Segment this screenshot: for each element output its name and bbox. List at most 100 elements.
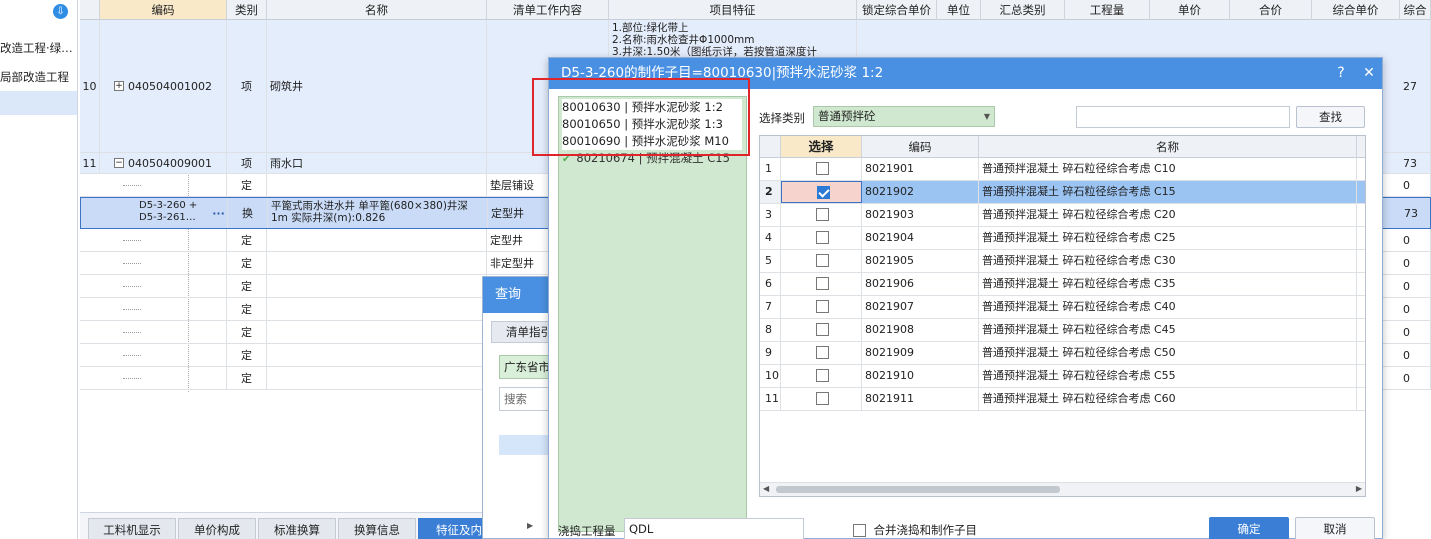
select-cell[interactable] [781,388,862,410]
horizontal-scrollbar[interactable]: ◀ ▶ [760,482,1365,496]
table-row[interactable]: 8 8021908 普通预拌混凝土 碎石粒径综合考虑 C45 [760,319,1365,342]
tab-conversion-info[interactable]: 换算信息 [338,518,416,539]
select-cell[interactable] [781,365,862,387]
select-cell[interactable] [781,296,862,318]
ok-button[interactable]: 确定 [1209,517,1289,539]
select-cell[interactable] [781,342,862,364]
find-button[interactable]: 查找 [1296,106,1365,128]
nav-item-partial[interactable]: 局部改造工程 [0,66,77,88]
tab-standard-conversion[interactable]: 标准换算 [258,518,336,539]
row-type: 换 [228,198,268,228]
col-header-name[interactable]: 名称 [979,136,1357,158]
more-button[interactable]: ··· [209,198,228,228]
grid-header-total[interactable]: 合价 [1230,0,1312,20]
select-cell[interactable] [781,181,862,203]
table-row[interactable]: 7 8021907 普通预拌混凝土 碎石粒径综合考虑 C40 [760,296,1365,319]
grid-header-composite[interactable]: 综合 [1400,0,1431,20]
select-cell[interactable] [781,319,862,341]
scroll-right-icon[interactable]: ▶ [1356,484,1362,493]
table-row[interactable]: 9 8021909 普通预拌混凝土 碎石粒径综合考虑 C50 [760,342,1365,365]
table-row[interactable]: 4 8021904 普通预拌混凝土 碎石粒径综合考虑 C25 [760,227,1365,250]
grid-header-feature[interactable]: 项目特征 [609,0,857,20]
grid-header-composite-price[interactable]: 综合单价 [1312,0,1400,20]
checkbox[interactable] [816,391,829,405]
close-icon[interactable]: ✕ [1358,58,1380,89]
help-icon[interactable]: ? [1330,58,1352,89]
checkbox[interactable] [816,345,829,359]
scrollbar-thumb[interactable] [776,486,1060,493]
checkbox[interactable] [816,368,829,382]
select-cell[interactable] [781,227,862,249]
row-code [100,229,227,251]
cancel-button[interactable]: 取消 [1295,517,1375,539]
select-cell[interactable] [781,273,862,295]
row-code: 8021902 [862,181,979,203]
col-header-select[interactable]: 选择 [781,136,862,158]
merge-checkbox-group[interactable]: 合并浇捣和制作子目 [853,522,977,538]
row-name [267,321,487,343]
row-name [267,174,487,196]
row-code: + 040504001002 [100,20,227,152]
row-name: 普通预拌混凝土 碎石粒径综合考虑 C45 [979,319,1357,341]
checkbox[interactable] [816,322,829,336]
grid-header-content[interactable]: 清单工作内容 [487,0,609,20]
grid-header-summary-type[interactable]: 汇总类别 [981,0,1065,20]
grid-header-quantity[interactable]: 工程量 [1065,0,1150,20]
find-input[interactable] [1076,106,1290,128]
app-window: ⇩ 改造工程·绿… 局部改造工程 编码 类别 名称 清单工作内容 项目特征 锁定… [0,0,1431,539]
row-type: 定 [227,229,267,251]
checkbox-checked[interactable] [816,185,830,199]
grid-header-unit[interactable]: 单位 [937,0,981,20]
grid-header-code[interactable]: 编码 [100,0,227,20]
table-row[interactable]: 5 8021905 普通预拌混凝土 碎石粒径综合考虑 C30 [760,250,1365,273]
checkbox[interactable] [816,161,829,175]
row-code: 8021909 [862,342,979,364]
table-row[interactable]: 11 8021911 普通预拌混凝土 碎石粒径综合考虑 C60 [760,388,1365,411]
qty-input[interactable]: QDL [624,518,804,539]
category-value: 普通预拌砼 [818,109,876,123]
row-code [100,367,227,389]
table-row[interactable]: 6 8021906 普通预拌混凝土 碎石粒径综合考虑 C35 [760,273,1365,296]
grid-header-type[interactable]: 类别 [227,0,267,20]
select-cell[interactable] [781,250,862,272]
grid-header-unit-price[interactable]: 单价 [1150,0,1230,20]
nav-item-project[interactable]: 改造工程·绿… [0,37,77,59]
checkbox[interactable] [816,207,829,221]
row-number: 10 [80,20,100,152]
checkbox[interactable] [816,230,829,244]
expand-icon[interactable]: + [114,81,124,91]
collapse-icon[interactable]: − [114,158,124,168]
table-row[interactable]: 3 8021903 普通预拌混凝土 碎石粒径综合考虑 C20 [760,204,1365,227]
material-list: 80010630 | 预拌水泥砂浆 1:2 80010650 | 预拌水泥砂浆 … [558,96,747,532]
grid-header-name[interactable]: 名称 [267,0,487,20]
category-select[interactable]: 普通预拌砼 ▼ [813,106,995,127]
select-cell[interactable] [781,204,862,226]
row-code: 8021907 [862,296,979,318]
code-text: 040504009001 [128,156,212,170]
row-type: 定 [227,298,267,320]
checkbox[interactable] [816,253,829,267]
row-name: 普通预拌混凝土 碎石粒径综合考虑 C25 [979,227,1357,249]
expand-arrow-icon[interactable]: ▶ [527,521,533,530]
col-header-code[interactable]: 编码 [862,136,979,158]
row-number: 10 [760,365,781,387]
checkbox[interactable] [816,276,829,290]
download-icon[interactable]: ⇩ [53,4,68,19]
select-cell[interactable] [781,158,862,180]
merge-checkbox[interactable] [853,523,866,537]
table-row[interactable]: 1 8021901 普通预拌混凝土 碎石粒径综合考虑 C10 [760,158,1365,181]
row-type: 定 [227,174,267,196]
nav-item-selected[interactable] [0,91,77,115]
tab-price-composition[interactable]: 单价构成 [178,518,256,539]
table-row[interactable]: 10 8021910 普通预拌混凝土 碎石粒径综合考虑 C55 [760,365,1365,388]
checkbox[interactable] [816,299,829,313]
row-name: 砌筑井 [267,20,487,152]
row-number: 7 [760,296,781,318]
row-name: 普通预拌混凝土 碎石粒径综合考虑 C55 [979,365,1357,387]
grid-header-locked-price[interactable]: 锁定综合单价 [857,0,937,20]
tab-labor-material[interactable]: 工料机显示 [88,518,176,539]
scroll-left-icon[interactable]: ◀ [763,484,769,493]
row-tail: 0 [1400,344,1431,366]
table-row-selected[interactable]: 2 8021902 普通预拌混凝土 碎石粒径综合考虑 C15 [760,181,1365,204]
row-tail: 0 [1400,252,1431,274]
